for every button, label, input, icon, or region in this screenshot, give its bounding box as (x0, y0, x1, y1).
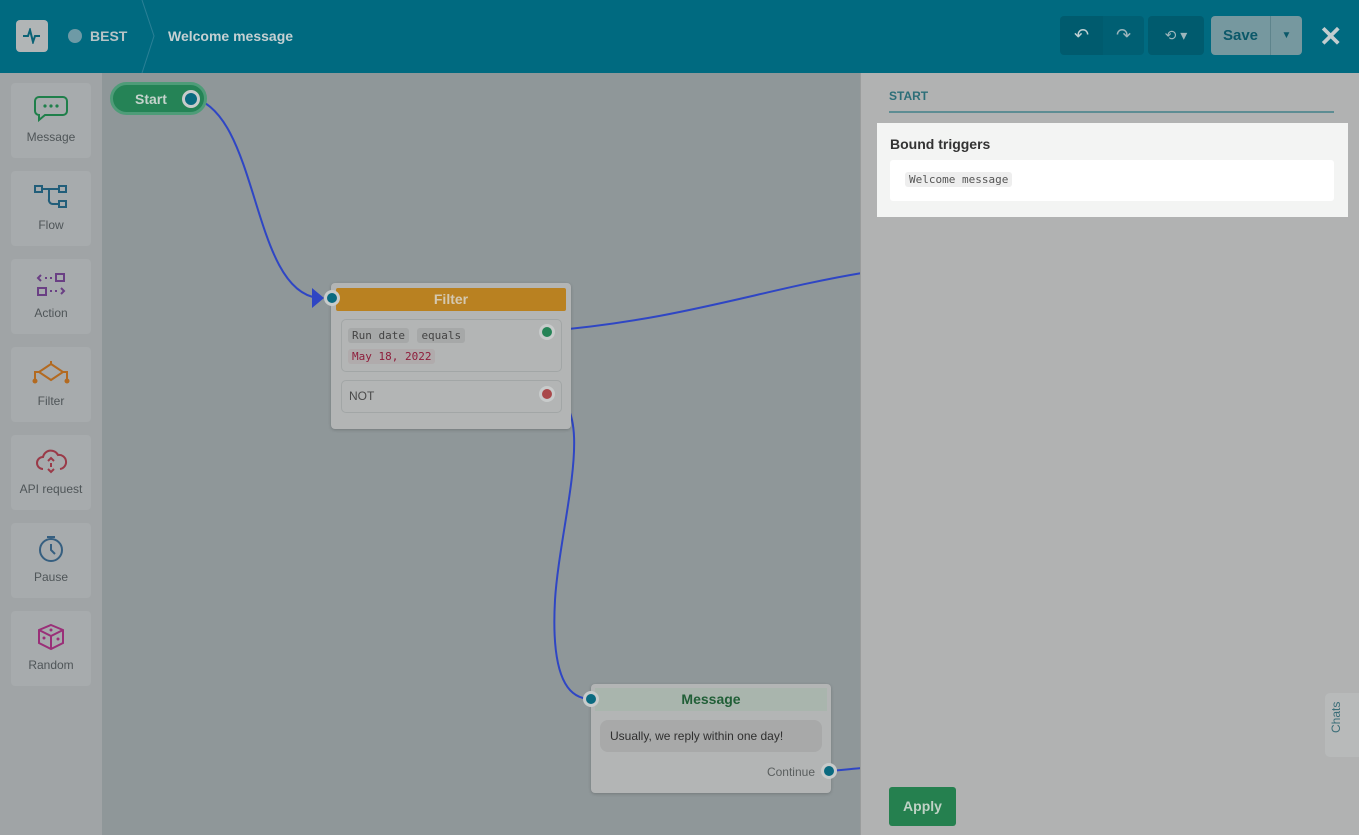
continue-label: Continue (766, 765, 815, 779)
bound-triggers-title: Bound triggers (890, 136, 991, 152)
connector-filter-true (546, 272, 863, 332)
panel-divider (889, 111, 1334, 113)
connector-start-filter (189, 96, 319, 299)
filter-condition[interactable]: Run date equals May 18, 2022 (341, 319, 562, 372)
panel-section-title: START (889, 89, 929, 103)
trigger-list: Welcome message (890, 160, 1334, 201)
filter-not-branch[interactable]: NOT (341, 380, 562, 413)
filter-not-port[interactable] (539, 386, 555, 402)
properties-panel: START Bound triggers Welcome message Cha… (860, 73, 1359, 835)
filter-node[interactable]: Filter Run date equals May 18, 2022 NOT (324, 283, 571, 429)
arrow-icon (312, 288, 324, 308)
message-bubble: Usually, we reply within one day! (600, 720, 822, 752)
apply-button[interactable]: Apply (889, 787, 956, 826)
start-node[interactable]: Start (110, 82, 207, 115)
connector-filter-not (546, 392, 592, 700)
filter-input-port[interactable] (324, 290, 340, 306)
message-node[interactable]: Message Usually, we reply within one day… (583, 684, 837, 793)
filter-node-header: Filter (336, 288, 566, 311)
trigger-chip[interactable]: Welcome message (905, 172, 1013, 187)
message-node-header: Message (595, 688, 827, 711)
continue-port[interactable] (821, 763, 837, 779)
chats-tab[interactable]: Chats (1325, 693, 1359, 757)
filter-true-port[interactable] (539, 324, 555, 340)
message-input-port[interactable] (583, 691, 599, 707)
bound-triggers-card: Bound triggers Welcome message (877, 123, 1348, 217)
start-output-port[interactable] (182, 90, 200, 108)
